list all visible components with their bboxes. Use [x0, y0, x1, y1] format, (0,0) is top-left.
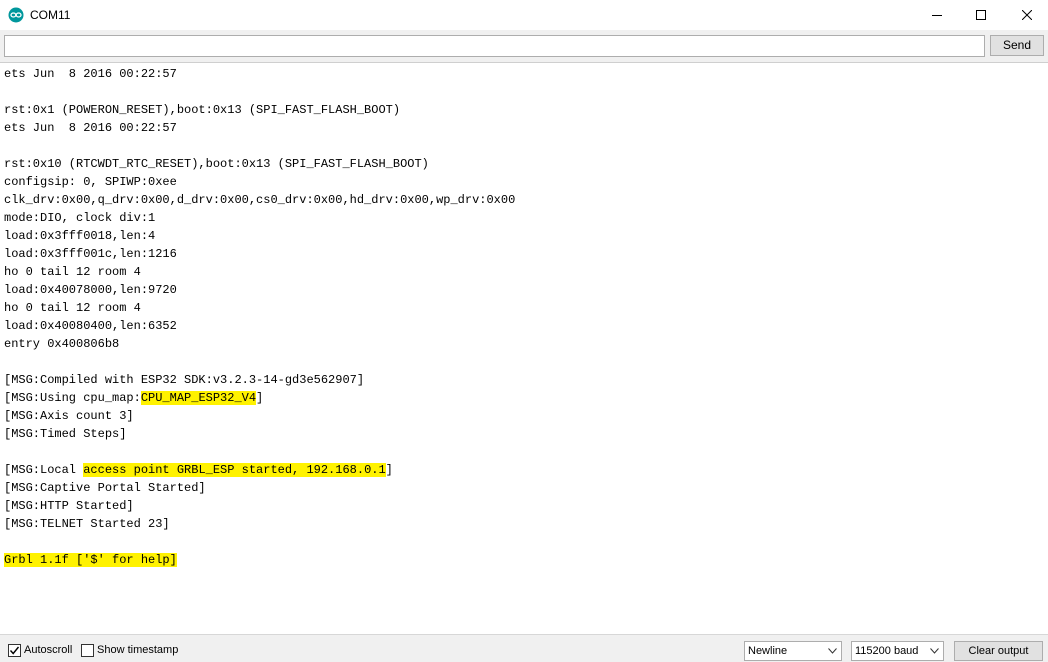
output-line: [MSG:Captive Portal Started] — [4, 479, 1044, 497]
output-line: ho 0 tail 12 room 4 — [4, 299, 1044, 317]
highlighted-text: CPU_MAP_ESP32_V4 — [140, 391, 257, 405]
output-line: [MSG:Compiled with ESP32 SDK:v3.2.3-14-g… — [4, 371, 1044, 389]
output-line: ets Jun 8 2016 00:22:57 — [4, 65, 1044, 83]
minimize-button[interactable] — [914, 0, 960, 30]
baud-rate-value: 115200 baud — [855, 645, 919, 657]
autoscroll-toggle[interactable]: Autoscroll — [8, 643, 72, 657]
output-line-text: clk_drv:0x00,q_drv:0x00,d_drv:0x00,cs0_d… — [4, 193, 516, 207]
output-line: mode:DIO, clock div:1 — [4, 209, 1044, 227]
close-button[interactable] — [1004, 0, 1048, 30]
command-bar: Send — [0, 30, 1048, 62]
autoscroll-label: Autoscroll — [24, 644, 73, 656]
output-line-text: [MSG:HTTP Started] — [4, 499, 134, 513]
timestamp-label: Show timestamp — [97, 644, 179, 656]
output-line: load:0x40078000,len:9720 — [4, 281, 1044, 299]
output-line-text: rst:0x1 (POWERON_RESET),boot:0x13 (SPI_F… — [4, 103, 401, 117]
output-line: [MSG:Local access point GRBL_ESP started… — [4, 461, 1044, 479]
maximize-button[interactable] — [958, 0, 1004, 30]
line-ending-value: Newline — [748, 645, 788, 657]
output-line-text: load:0x3fff0018,len:4 — [4, 229, 156, 243]
output-line: configsip: 0, SPIWP:0xee — [4, 173, 1044, 191]
window-title: COM11 — [30, 8, 71, 22]
timestamp-checkbox[interactable] — [81, 643, 94, 657]
highlighted-text: access point GRBL_ESP started, 192.168.0… — [83, 463, 386, 477]
output-line-text: ho 0 tail 12 room 4 — [4, 265, 141, 279]
timestamp-toggle[interactable]: Show timestamp — [81, 643, 178, 657]
output-line: clk_drv:0x00,q_drv:0x00,d_drv:0x00,cs0_d… — [4, 191, 1044, 209]
output-line-text: [MSG:TELNET Started 23] — [4, 517, 170, 531]
output-line-text: rst:0x10 (RTCWDT_RTC_RESET),boot:0x13 (S… — [4, 157, 429, 171]
output-line: load:0x3fff001c,len:1216 — [4, 245, 1044, 263]
close-icon — [1022, 10, 1032, 20]
output-line-suffix: ] — [385, 463, 393, 477]
output-line-text: configsip: 0, SPIWP:0xee — [4, 175, 177, 189]
output-line-text: ho 0 tail 12 room 4 — [4, 301, 141, 315]
output-line: [MSG:Timed Steps] — [4, 425, 1044, 443]
output-line: Grbl 1.1f ['$' for help] — [4, 551, 1044, 569]
output-line: entry 0x400806b8 — [4, 335, 1044, 353]
output-line-text: entry 0x400806b8 — [4, 337, 120, 351]
output-line: ho 0 tail 12 room 4 — [4, 263, 1044, 281]
autoscroll-checkbox[interactable] — [8, 643, 21, 657]
output-line: [MSG:HTTP Started] — [4, 497, 1044, 515]
chevron-down-icon — [828, 648, 837, 654]
output-line: ets Jun 8 2016 00:22:57 — [4, 119, 1044, 137]
output-line: load:0x40080400,len:6352 — [4, 317, 1044, 335]
clear-output-button[interactable]: Clear output — [954, 641, 1043, 661]
output-line-text: [MSG:Axis count 3] — [4, 409, 134, 423]
output-line-text: load:0x3fff001c,len:1216 — [4, 247, 177, 261]
output-line-suffix: ] — [256, 391, 264, 405]
serial-output-panel[interactable]: ets Jun 8 2016 00:22:57 rst:0x1 (POWERON_… — [0, 62, 1048, 634]
output-line-text: load:0x40080400,len:6352 — [4, 319, 177, 333]
output-line: rst:0x10 (RTCWDT_RTC_RESET),boot:0x13 (S… — [4, 155, 1044, 173]
output-line-text: mode:DIO, clock div:1 — [4, 211, 156, 225]
output-line: [MSG:Axis count 3] — [4, 407, 1044, 425]
output-line-text: [MSG:Compiled with ESP32 SDK:v3.2.3-14-g… — [4, 373, 365, 387]
title-bar: COM11 — [0, 0, 1048, 30]
output-line-text: load:0x40078000,len:9720 — [4, 283, 177, 297]
output-line: [MSG:Using cpu_map:CPU_MAP_ESP32_V4] — [4, 389, 1044, 407]
send-button[interactable]: Send — [990, 35, 1044, 56]
arduino-infinity-icon — [8, 7, 24, 23]
maximize-icon — [976, 10, 986, 20]
checkmark-icon — [9, 646, 20, 655]
output-line-text: [MSG:Local — [4, 463, 84, 477]
output-line-text: ets Jun 8 2016 00:22:57 — [4, 121, 177, 135]
baud-rate-select[interactable]: 115200 baud — [851, 641, 944, 661]
output-line: [MSG:TELNET Started 23] — [4, 515, 1044, 533]
output-line-text: [MSG:Timed Steps] — [4, 427, 127, 441]
serial-command-input[interactable] — [4, 35, 985, 57]
serial-output-lines: ets Jun 8 2016 00:22:57 rst:0x1 (POWERON_… — [4, 65, 1044, 569]
line-ending-select[interactable]: Newline — [744, 641, 842, 661]
output-line-text: [MSG:Captive Portal Started] — [4, 481, 206, 495]
status-bar: Autoscroll Show timestamp Newline 115200… — [0, 634, 1048, 662]
highlighted-text: Grbl 1.1f ['$' for help] — [4, 553, 177, 567]
output-line-text: [MSG:Using cpu_map: — [4, 391, 141, 405]
output-line-text: ets Jun 8 2016 00:22:57 — [4, 67, 177, 81]
chevron-down-icon — [930, 648, 939, 654]
minimize-icon — [932, 15, 942, 16]
output-line: load:0x3fff0018,len:4 — [4, 227, 1044, 245]
output-line: rst:0x1 (POWERON_RESET),boot:0x13 (SPI_F… — [4, 101, 1044, 119]
